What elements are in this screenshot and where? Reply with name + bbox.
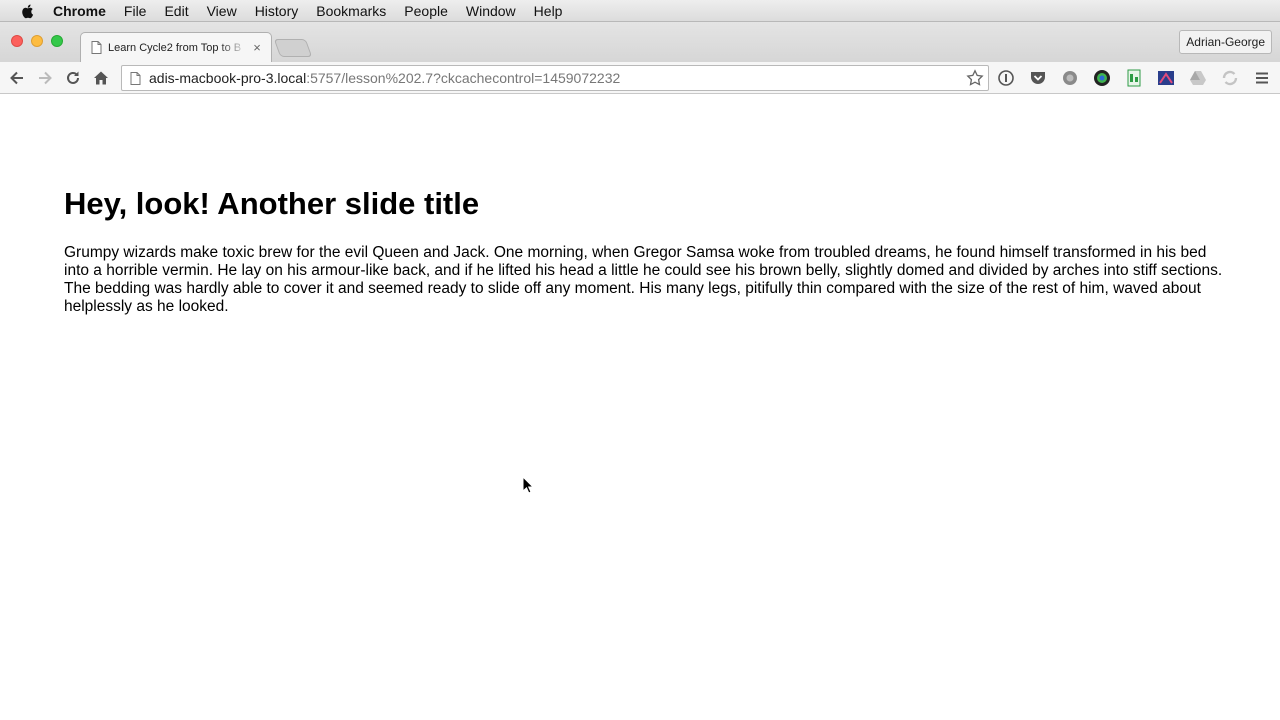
address-bar[interactable]: adis-macbook-pro-3.local:5757/lesson%202… <box>121 65 989 91</box>
pocket-icon <box>1031 72 1045 84</box>
menu-bookmarks[interactable]: Bookmarks <box>316 0 386 22</box>
reload-icon <box>67 71 79 84</box>
info-icon <box>998 70 1014 86</box>
menu-bar: Chrome File Edit View History Bookmarks … <box>0 0 1280 22</box>
home-button[interactable] <box>91 68 111 88</box>
sheets-icon <box>1127 69 1141 87</box>
sync-icon <box>1222 70 1238 86</box>
menu-people[interactable]: People <box>404 0 448 22</box>
window-maximize-button[interactable] <box>51 35 63 47</box>
extension-color[interactable] <box>1093 69 1111 87</box>
menu-icon <box>1256 72 1268 84</box>
chrome-menu-button[interactable] <box>1253 69 1271 87</box>
apple-icon[interactable] <box>19 2 37 20</box>
page-content: Hey, look! Another slide title Grumpy wi… <box>0 95 1280 720</box>
forward-icon <box>39 71 52 85</box>
extension-drive[interactable] <box>1189 69 1207 87</box>
extension-pocket[interactable] <box>1029 69 1047 87</box>
menu-history[interactable]: History <box>255 0 299 22</box>
extension-sheets[interactable] <box>1125 69 1143 87</box>
menu-window[interactable]: Window <box>466 0 516 22</box>
drive-icon <box>1190 71 1206 85</box>
tab-title: Learn Cycle2 from Top to B <box>108 41 242 54</box>
menu-help[interactable]: Help <box>534 0 563 22</box>
new-tab-button[interactable] <box>273 39 313 57</box>
back-icon <box>10 71 23 85</box>
extension-gray[interactable] <box>1061 69 1079 87</box>
home-icon <box>94 71 108 85</box>
tab-close-icon[interactable]: × <box>251 40 263 55</box>
color-picker-icon <box>1094 70 1110 86</box>
reload-button[interactable] <box>63 68 83 88</box>
menu-file[interactable]: File <box>124 0 147 22</box>
page-info-icon[interactable] <box>130 71 141 85</box>
menu-edit[interactable]: Edit <box>164 0 188 22</box>
forward-button[interactable] <box>35 68 55 88</box>
slide-body: Grumpy wizards make toxic brew for the e… <box>64 244 1223 315</box>
profile-button[interactable]: Adrian-George <box>1179 30 1272 54</box>
document-icon <box>91 41 102 54</box>
back-button[interactable] <box>7 68 27 88</box>
tab-strip: Learn Cycle2 from Top to B × Adrian-Geor… <box>0 22 1280 62</box>
extension-speed[interactable] <box>1157 69 1175 87</box>
star-icon[interactable] <box>966 69 984 87</box>
window-minimize-button[interactable] <box>31 35 43 47</box>
extension-sync[interactable] <box>1221 69 1239 87</box>
browser-toolbar: adis-macbook-pro-3.local:5757/lesson%202… <box>0 62 1280 94</box>
extension-info[interactable] <box>997 69 1015 87</box>
extension-icon <box>1063 71 1077 85</box>
menu-app-chrome[interactable]: Chrome <box>53 0 106 22</box>
tab-active[interactable]: Learn Cycle2 from Top to B × <box>80 32 272 62</box>
url-path: :5757/lesson%202.7?ckcachecontrol=145907… <box>306 70 621 86</box>
window-close-button[interactable] <box>11 35 23 47</box>
url-host: adis-macbook-pro-3.local <box>149 70 307 86</box>
cursor-icon <box>522 476 534 494</box>
menu-view[interactable]: View <box>207 0 237 22</box>
speed-icon <box>1158 71 1174 85</box>
slide-title: Hey, look! Another slide title <box>64 186 480 221</box>
